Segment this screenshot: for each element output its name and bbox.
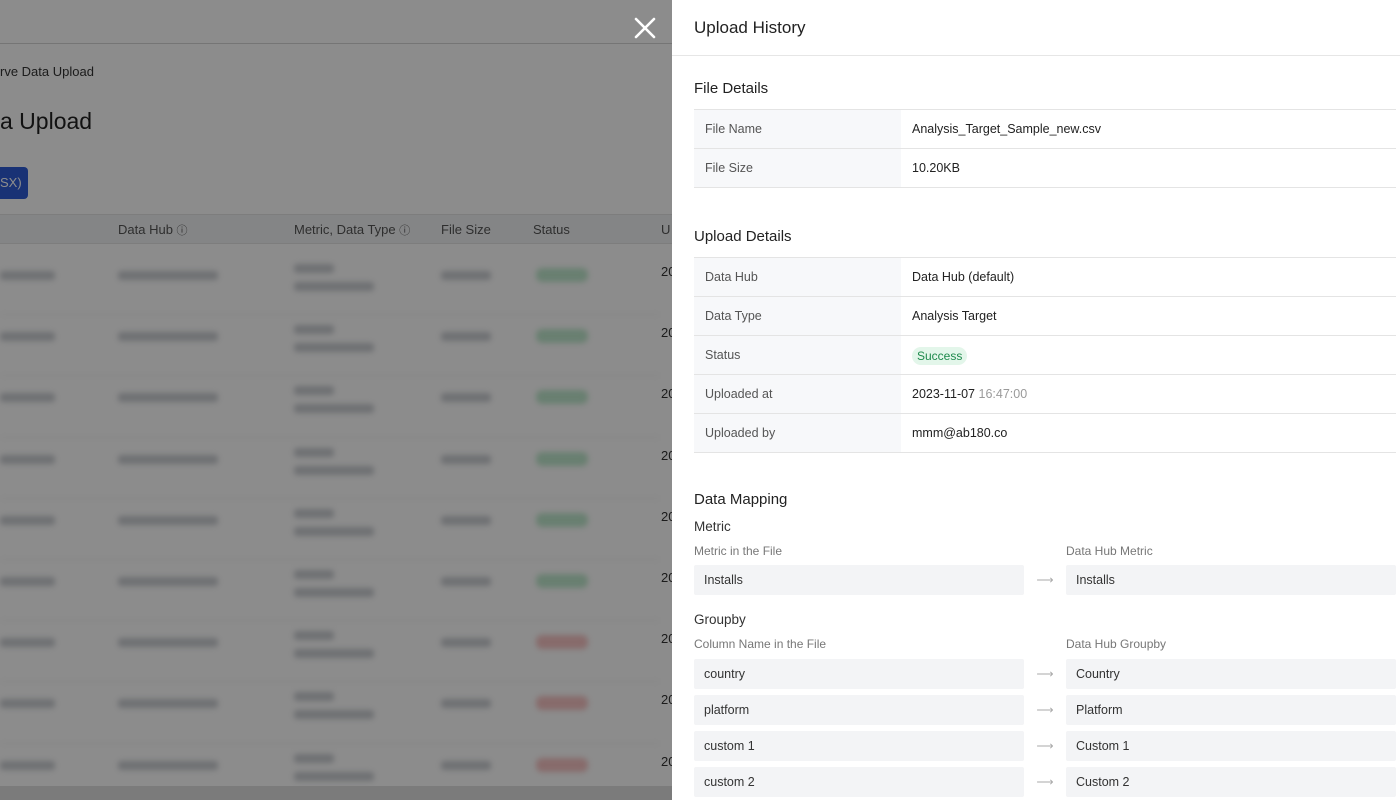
table-row: Status Success <box>694 336 1396 375</box>
target-field: Platform <box>1066 695 1396 725</box>
uploaded-by-value: mmm@ab180.co <box>912 426 1008 440</box>
data-mapping-title: Data Mapping <box>694 491 788 508</box>
upload-details-table: Data Hub Data Hub (default) Data Type An… <box>694 257 1396 453</box>
data-type-value: Analysis Target <box>912 309 997 323</box>
uploaded-by-label: Uploaded by <box>694 414 901 452</box>
source-field: Installs <box>694 565 1024 595</box>
target-field: Installs <box>1066 565 1396 595</box>
status-badge: Success <box>912 346 968 365</box>
target-field: Custom 1 <box>1066 731 1396 761</box>
file-name-label: File Name <box>694 110 901 148</box>
target-field: Country <box>1066 659 1396 689</box>
table-row: Uploaded by mmm@ab180.co <box>694 414 1396 453</box>
data-hub-value: Data Hub (default) <box>912 270 1015 284</box>
file-details-table: File Name Analysis_Target_Sample_new.csv… <box>694 109 1396 188</box>
status-label: Status <box>694 336 901 374</box>
groupby-hub-column-label: Data Hub Groupby <box>1066 637 1167 651</box>
close-button[interactable] <box>630 13 660 43</box>
mapping-row: custom 2 ⟶ Custom 2 <box>694 767 1396 797</box>
table-row: File Size 10.20KB <box>694 149 1396 188</box>
mapping-row: Installs ⟶ Installs <box>694 565 1396 595</box>
arrow-right-icon: ⟶ <box>1036 739 1054 753</box>
table-row: Data Hub Data Hub (default) <box>694 258 1396 297</box>
mapping-row: custom 1 ⟶ Custom 1 <box>694 731 1396 761</box>
metric-file-column-label: Metric in the File <box>694 544 783 558</box>
groupby-file-column-label: Column Name in the File <box>694 637 827 651</box>
table-row: File Name Analysis_Target_Sample_new.csv <box>694 110 1396 149</box>
groupby-subheading: Groupby <box>694 612 746 627</box>
file-details-section: File Details File Name Analysis_Target_S… <box>672 80 1400 188</box>
data-mapping-section: Data Mapping Metric Metric in the File D… <box>672 491 1400 797</box>
uploaded-date: 2023-11-07 <box>912 387 976 401</box>
target-field: Custom 2 <box>1066 767 1396 797</box>
table-row: Data Type Analysis Target <box>694 297 1396 336</box>
drawer-title: Upload History <box>672 0 1400 56</box>
groupby-mapping-list: country ⟶ Country platform ⟶ Platform custom 1… <box>694 659 1396 797</box>
metric-hub-column-label: Data Hub Metric <box>1066 544 1153 558</box>
source-field: country <box>694 659 1024 689</box>
file-details-title: File Details <box>694 80 769 97</box>
uploaded-time: 16:47:00 <box>978 387 1028 401</box>
mapping-row: platform ⟶ Platform <box>694 695 1396 725</box>
file-name-value: Analysis_Target_Sample_new.csv <box>912 122 1101 136</box>
source-field: platform <box>694 695 1024 725</box>
arrow-right-icon: ⟶ <box>1036 703 1054 717</box>
source-field: custom 2 <box>694 767 1024 797</box>
uploaded-at-value: 2023-11-07 16:47:00 <box>901 375 1396 413</box>
data-hub-label: Data Hub <box>694 258 901 296</box>
uploaded-at-label: Uploaded at <box>694 375 901 413</box>
close-icon <box>634 17 656 39</box>
upload-history-drawer: Upload History File Details File Name An… <box>672 0 1400 800</box>
arrow-right-icon: ⟶ <box>1036 667 1054 681</box>
source-field: custom 1 <box>694 731 1024 761</box>
upload-details-section: Upload Details Data Hub Data Hub (defaul… <box>672 228 1400 453</box>
metric-subheading: Metric <box>694 519 731 534</box>
table-row: Uploaded at 2023-11-07 16:47:00 <box>694 375 1396 414</box>
mapping-row: country ⟶ Country <box>694 659 1396 689</box>
file-size-label: File Size <box>694 149 901 187</box>
data-type-label: Data Type <box>694 297 901 335</box>
arrow-right-icon: ⟶ <box>1036 573 1054 587</box>
file-size-value: 10.20KB <box>912 161 960 175</box>
metric-mapping-list: Installs ⟶ Installs <box>694 565 1396 595</box>
upload-details-title: Upload Details <box>694 228 792 245</box>
arrow-right-icon: ⟶ <box>1036 775 1054 789</box>
